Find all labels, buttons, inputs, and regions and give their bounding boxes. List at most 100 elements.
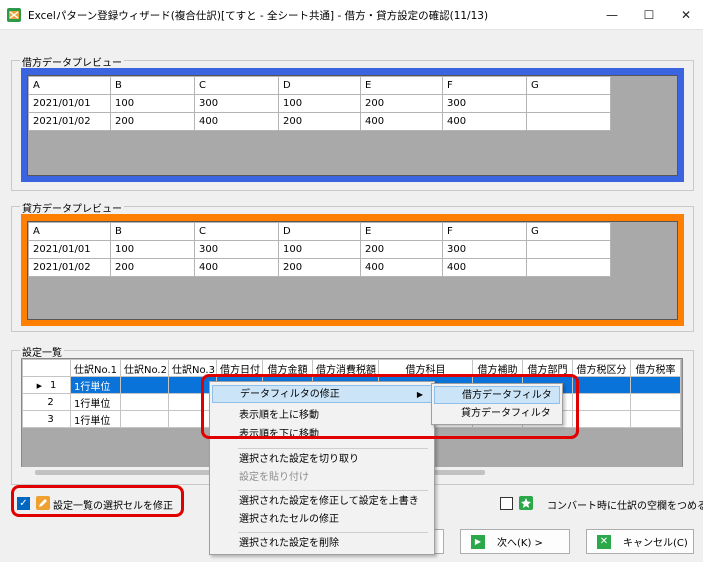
preview-column-header: D [278,222,361,241]
settings-cell[interactable] [630,410,681,428]
debit-preview-grid[interactable]: A B C D E F G 2021/01/01 100 300 100 200 300 2021/01/… [27,75,678,176]
preview-cell[interactable] [526,240,611,259]
preview-column-header: B [110,76,195,95]
preview-column-header: D [278,76,361,95]
preview-column-header: G [526,222,611,241]
cancel-button-label: キャンセル(C) [623,538,688,549]
row-header[interactable]: 3 [22,410,71,428]
preview-column-header: B [110,222,195,241]
preview-row: 2021/01/01 100 300 100 200 300 [28,94,611,113]
preview-cell[interactable]: 400 [442,258,527,277]
preview-row: 2021/01/02 200 400 200 400 400 [28,258,611,277]
preview-cell[interactable] [526,112,611,131]
row-pointer-icon: ▶ [36,381,42,390]
close-button[interactable]: ✕ [666,0,703,30]
preview-column-header: C [194,76,279,95]
ctx-paste[interactable]: 設定を貼り付け [212,469,432,487]
fill-blank-checkbox[interactable] [500,497,513,510]
preview-cell[interactable]: 300 [442,240,527,259]
preview-cell[interactable]: 200 [110,112,195,131]
highlight-checkbox-annotation [11,485,184,517]
preview-cell[interactable]: 400 [442,112,527,131]
settings-cell[interactable] [572,410,631,428]
settings-column-header[interactable]: 借方税区分 [572,359,631,377]
preview-cell[interactable]: 200 [360,94,443,113]
preview-header-row: ABCDEFG [28,222,611,241]
row-header[interactable]: 2 [22,393,71,411]
ctx-delete[interactable]: 選択された設定を削除 [212,535,432,553]
settings-cell[interactable] [572,393,631,411]
debit-preview-table: A B C D E F G 2021/01/01 100 300 100 200 300 2021/01/… [28,76,611,131]
ctx-edit-cell[interactable]: 選択されたセルの修正 [212,511,432,529]
ctx-overwrite[interactable]: 選択された設定を修正して設定を上書き [212,493,432,511]
cancel-button[interactable]: ✕ キャンセル(C) [586,529,694,554]
settings-cell[interactable] [120,376,169,394]
preview-header-row: ABCDEFG [28,76,611,95]
preview-cell[interactable]: 300 [194,94,279,113]
row-number: 2 [47,396,54,408]
ctx-separator [238,532,428,533]
preview-cell[interactable]: 2021/01/01 [28,240,111,259]
preview-cell[interactable]: 2021/01/02 [28,112,111,131]
settings-cell[interactable]: 1行単位 [70,393,121,411]
ctx-cut[interactable]: 選択された設定を切り取り [212,451,432,469]
settings-cell[interactable]: 1行単位 [70,376,121,394]
highlight-context-annotation [201,374,579,439]
settings-cell[interactable] [120,393,169,411]
settings-cell[interactable] [630,376,681,394]
credit-preview-title: 貸方データプレビュー [20,200,124,215]
settings-title: 設定一覧 [20,344,64,359]
preview-cell[interactable]: 300 [442,94,527,113]
credit-preview-table: A B C D E F G 2021/01/01 100 300 100 200 300 2021/01/… [28,222,611,277]
ctx-separator [238,448,428,449]
preview-cell[interactable]: 2021/01/02 [28,258,111,277]
preview-cell[interactable]: 200 [278,112,361,131]
preview-cell[interactable]: 200 [278,258,361,277]
settings-cell[interactable] [630,393,681,411]
row-number: 3 [47,413,54,425]
preview-cell[interactable]: 100 [278,94,361,113]
arrow-right-icon: ▶ [471,534,485,549]
window-title: Excelパターン登録ウィザード(複合仕訳)[てすと - 全シート共通] - 借… [28,10,489,22]
settings-column-header[interactable] [22,359,71,377]
maximize-button[interactable]: ☐ [629,0,669,30]
preview-column-header: F [442,76,527,95]
minimize-button[interactable]: — [592,0,632,30]
settings-column-header[interactable]: 仕訳No.2 [120,359,169,377]
excel-app-icon [7,8,21,22]
preview-column-header: A [28,76,111,95]
row-header[interactable]: ▶ 1 [22,376,71,394]
settings-column-header[interactable]: 借方税率 [630,359,681,377]
preview-cell[interactable]: 100 [110,94,195,113]
debit-preview-title: 借方データプレビュー [20,54,124,69]
preview-column-header: C [194,222,279,241]
next-button[interactable]: ▶ 次へ(K) > [460,529,570,554]
fill-blank-label[interactable]: コンバート時に仕訳の空欄をつめる [547,497,703,512]
next-button-label: 次へ(K) > [497,538,543,549]
preview-cell[interactable]: 100 [278,240,361,259]
preview-cell[interactable]: 2021/01/01 [28,94,111,113]
preview-cell[interactable] [526,94,611,113]
preview-cell[interactable]: 400 [194,112,279,131]
settings-column-header[interactable]: 仕訳No.1 [70,359,121,377]
settings-cell[interactable] [572,376,631,394]
preview-column-header: A [28,222,111,241]
preview-cell[interactable] [526,258,611,277]
preview-cell[interactable]: 400 [360,112,443,131]
preview-cell[interactable]: 200 [360,240,443,259]
preview-cell[interactable]: 300 [194,240,279,259]
row-number: 1 [50,379,57,391]
ctx-separator [238,490,428,491]
preview-row: 2021/01/02 200 400 200 400 400 [28,112,611,131]
cancel-x-icon: ✕ [597,534,611,549]
preview-column-header: E [360,222,443,241]
credit-preview-grid[interactable]: A B C D E F G 2021/01/01 100 300 100 200 300 2021/01/… [27,221,678,320]
preview-cell[interactable]: 200 [110,258,195,277]
preview-cell[interactable]: 400 [360,258,443,277]
green-star-icon [519,496,533,510]
preview-row: 2021/01/01 100 300 100 200 300 [28,240,611,259]
preview-cell[interactable]: 100 [110,240,195,259]
preview-cell[interactable]: 400 [194,258,279,277]
settings-cell[interactable]: 1行単位 [70,410,121,428]
settings-cell[interactable] [120,410,169,428]
